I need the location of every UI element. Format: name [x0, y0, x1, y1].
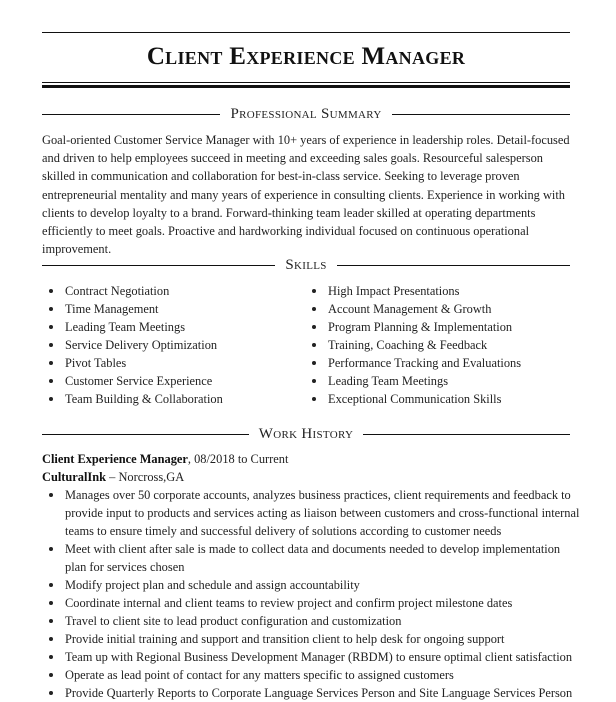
skills-heading-label: Skills: [285, 257, 327, 273]
skills-column-right: High Impact Presentations Account Manage…: [310, 282, 570, 408]
duty-text: Provide initial training and support and…: [65, 632, 505, 646]
duty-item: Operate as lead point of contact for any…: [47, 666, 582, 684]
bullet-icon: [49, 307, 53, 311]
skill-item: Leading Team Meetings: [47, 318, 307, 336]
header-double-rule-thick: [42, 85, 570, 88]
duty-text: Travel to client site to lead product co…: [65, 614, 402, 628]
bullet-icon: [49, 637, 53, 641]
skill-label: Customer Service Experience: [65, 374, 213, 388]
skill-item: Customer Service Experience: [47, 372, 307, 390]
bullet-icon: [49, 673, 53, 677]
bullet-icon: [49, 619, 53, 623]
duty-text: Operate as lead point of contact for any…: [65, 668, 454, 682]
skill-item: Training, Coaching & Feedback: [310, 336, 570, 354]
skill-item: Pivot Tables: [47, 354, 307, 372]
divider-line: [336, 264, 570, 266]
header-double-rule-thin: [42, 82, 570, 83]
bullet-icon: [312, 343, 316, 347]
bullet-icon: [312, 325, 316, 329]
divider-line: [42, 264, 276, 266]
skill-item: Service Delivery Optimization: [47, 336, 307, 354]
skill-label: Service Delivery Optimization: [65, 338, 218, 352]
bullet-icon: [312, 289, 316, 293]
job-dates: , 08/2018 to Current: [187, 452, 289, 466]
bullet-icon: [49, 379, 53, 383]
bullet-icon: [49, 493, 53, 497]
bullet-icon: [49, 601, 53, 605]
skills-section-heading: Skills: [42, 255, 570, 275]
duty-text: Team up with Regional Business Developme…: [65, 650, 573, 664]
job-company-line: CulturalInk – Norcross,GA: [42, 468, 582, 486]
duty-text: Meet with client after sale is made to c…: [65, 542, 561, 574]
job-duties-list: Manages over 50 corporate accounts, anal…: [42, 486, 582, 702]
skill-item: Leading Team Meetings: [310, 372, 570, 390]
skill-item: Team Building & Collaboration: [47, 390, 307, 408]
skill-item: High Impact Presentations: [310, 282, 570, 300]
duty-item: Manages over 50 corporate accounts, anal…: [47, 486, 582, 540]
skill-label: Leading Team Meetings: [328, 374, 449, 388]
duty-text: Manages over 50 corporate accounts, anal…: [65, 488, 580, 538]
duty-item: Meet with client after sale is made to c…: [47, 540, 582, 576]
duty-item: Coordinate internal and client teams to …: [47, 594, 582, 612]
bullet-icon: [312, 379, 316, 383]
job-title: Client Experience Manager: [42, 452, 188, 466]
job-entry: Client Experience Manager, 08/2018 to Cu…: [42, 450, 582, 702]
header-top-rule: [42, 32, 570, 33]
bullet-icon: [49, 289, 53, 293]
skills-column-left: Contract Negotiation Time Management Lea…: [47, 282, 307, 408]
skill-label: Exceptional Communication Skills: [328, 392, 502, 406]
summary-heading-label: Professional Summary: [230, 106, 382, 122]
skill-label: Pivot Tables: [65, 356, 127, 370]
skill-label: Performance Tracking and Evaluations: [328, 356, 522, 370]
skill-item: Time Management: [47, 300, 307, 318]
bullet-icon: [49, 325, 53, 329]
bullet-icon: [49, 343, 53, 347]
skill-label: Training, Coaching & Feedback: [328, 338, 488, 352]
skill-item: Performance Tracking and Evaluations: [310, 354, 570, 372]
job-title-line: Client Experience Manager, 08/2018 to Cu…: [42, 450, 582, 468]
duty-item: Provide initial training and support and…: [47, 630, 582, 648]
summary-section-heading: Professional Summary: [42, 104, 570, 124]
bullet-icon: [49, 655, 53, 659]
company-name: CulturalInk: [42, 470, 107, 484]
work-history-heading-label: Work History: [258, 426, 354, 442]
bullet-icon: [49, 691, 53, 695]
resume-title: Client Experience Manager: [146, 43, 466, 70]
bullet-icon: [49, 397, 53, 401]
divider-line: [42, 113, 221, 115]
duty-item: Modify project plan and schedule and ass…: [47, 576, 582, 594]
divider-line: [42, 433, 249, 435]
skill-label: Leading Team Meetings: [65, 320, 186, 334]
bullet-icon: [312, 307, 316, 311]
job-location: – Norcross,GA: [106, 470, 185, 484]
divider-line: [363, 433, 571, 435]
bullet-icon: [49, 547, 53, 551]
skill-label: Contract Negotiation: [65, 284, 170, 298]
duty-item: Provide Quarterly Reports to Corporate L…: [47, 684, 582, 702]
skill-item: Program Planning & Implementation: [310, 318, 570, 336]
divider-line: [391, 113, 570, 115]
skill-item: Contract Negotiation: [47, 282, 307, 300]
skill-label: High Impact Presentations: [328, 284, 460, 298]
duty-text: Coordinate internal and client teams to …: [65, 596, 513, 610]
duty-item: Team up with Regional Business Developme…: [47, 648, 582, 666]
bullet-icon: [49, 583, 53, 587]
bullet-icon: [312, 361, 316, 365]
skill-label: Account Management & Growth: [328, 302, 492, 316]
bullet-icon: [312, 397, 316, 401]
work-history-section-heading: Work History: [42, 424, 571, 444]
skill-label: Time Management: [65, 302, 159, 316]
skill-label: Program Planning & Implementation: [328, 320, 513, 334]
duty-item: Travel to client site to lead product co…: [47, 612, 582, 630]
skill-item: Exceptional Communication Skills: [310, 390, 570, 408]
professional-summary-text: Goal-oriented Customer Service Manager w…: [42, 133, 570, 257]
duty-text: Modify project plan and schedule and ass…: [65, 578, 360, 592]
bullet-icon: [49, 361, 53, 365]
skill-label: Team Building & Collaboration: [65, 392, 223, 406]
duty-text: Provide Quarterly Reports to Corporate L…: [65, 686, 573, 700]
skill-item: Account Management & Growth: [310, 300, 570, 318]
